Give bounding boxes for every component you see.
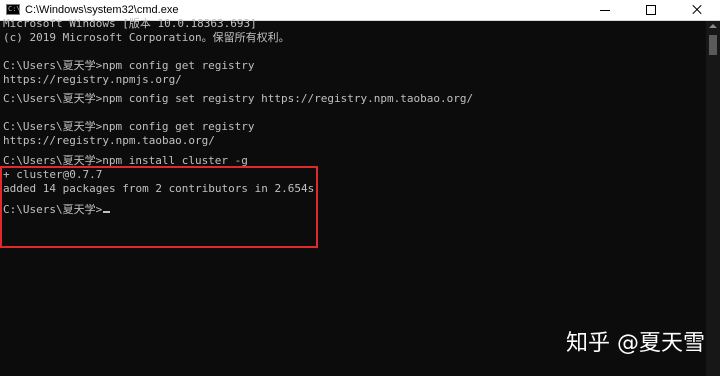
highlight-box [0, 166, 318, 248]
scroll-up-arrow-icon[interactable] [709, 24, 717, 28]
console-line: C:\Users\夏天学>npm config set registry htt… [3, 92, 474, 105]
console-line: https://registry.npm.taobao.org/ [3, 134, 215, 147]
maximize-button[interactable] [628, 0, 674, 20]
cmd-window: C:\ C:\Windows\system32\cmd.exe Microsof… [0, 0, 720, 376]
scroll-thumb[interactable] [709, 35, 717, 55]
window-title: C:\Windows\system32\cmd.exe [25, 4, 179, 16]
minimize-button[interactable] [582, 0, 628, 20]
cmd-icon-glyph: C:\ [8, 5, 21, 13]
console-line: Microsoft Windows [版本 10.0.18363.693] [3, 17, 257, 30]
console-line: (c) 2019 Microsoft Corporation。保留所有权利。 [3, 31, 290, 44]
console-line: C:\Users\夏天学>npm config get registry [3, 59, 255, 72]
console-output[interactable]: Microsoft Windows [版本 10.0.18363.693] (c… [0, 17, 705, 376]
close-button[interactable] [674, 0, 720, 20]
watermark: 知乎 @夏天雪 [566, 331, 705, 356]
cmd-icon[interactable]: C:\ [6, 4, 21, 15]
console-line: C:\Users\夏天学>npm config get registry [3, 120, 255, 133]
console-line: https://registry.npmjs.org/ [3, 73, 182, 86]
vertical-scrollbar[interactable] [706, 21, 720, 376]
